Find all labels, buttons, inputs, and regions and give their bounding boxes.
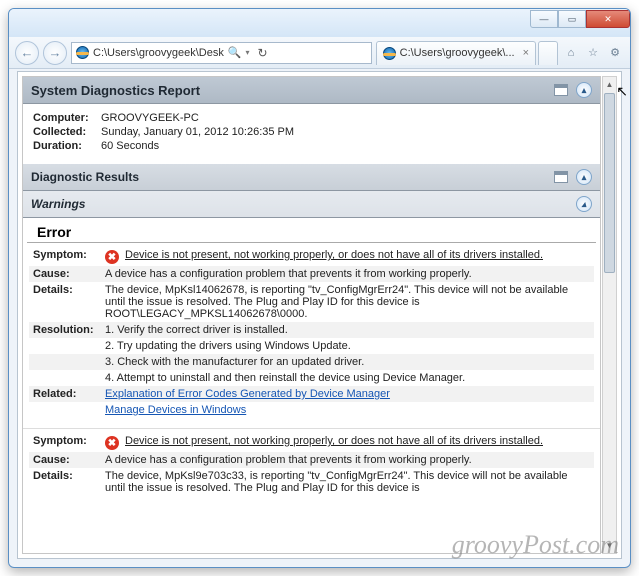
- symptom-text: Device is not present, not working prope…: [125, 435, 543, 447]
- navigation-bar: ← → C:\Users\groovygeek\Desk 🔍 ▾ ↻ C:\Us…: [9, 37, 630, 69]
- related-link-manage-devices[interactable]: Manage Devices in Windows: [105, 404, 246, 416]
- minimize-button[interactable]: —: [530, 10, 558, 28]
- diagnostic-results-header[interactable]: Diagnostic Results ▴: [23, 164, 600, 191]
- symptom-text: Device is not present, not working prope…: [125, 249, 543, 261]
- home-icon[interactable]: ⌂: [562, 44, 580, 62]
- collected-label: Collected:: [33, 126, 101, 138]
- cause-label: Cause:: [33, 454, 105, 466]
- back-button[interactable]: ←: [15, 41, 39, 65]
- forward-button[interactable]: →: [43, 41, 67, 65]
- browser-tab[interactable]: C:\Users\groovygeek\... ×: [376, 41, 536, 65]
- content-area: System Diagnostics Report ▴ Computer:GRO…: [17, 71, 622, 559]
- collected-value: Sunday, January 01, 2012 10:26:35 PM: [101, 126, 294, 138]
- details-label: Details:: [33, 470, 105, 494]
- error-block-1: Symptom: ✖ Device is not present, not wor…: [23, 243, 600, 422]
- collapse-icon[interactable]: ▴: [576, 196, 592, 212]
- search-icon[interactable]: 🔍: [228, 46, 242, 59]
- report-info: Computer:GROOVYGEEK-PC Collected:Sunday,…: [23, 104, 600, 164]
- details-label: Details:: [33, 284, 105, 320]
- symptom-label: Symptom:: [33, 249, 105, 264]
- error-x-icon: ✖: [105, 436, 119, 450]
- collapse-icon[interactable]: ▴: [576, 169, 592, 185]
- details-text: The device, MpKsl9e703c33, is reporting …: [105, 470, 590, 494]
- address-text: C:\Users\groovygeek\Desk: [93, 47, 224, 59]
- related-link-error-codes[interactable]: Explanation of Error Codes Generated by …: [105, 388, 390, 400]
- related-label: Related:: [33, 388, 105, 400]
- tab-strip: C:\Users\groovygeek\... ×: [376, 41, 558, 65]
- warnings-header[interactable]: Warnings ▴: [23, 191, 600, 218]
- mouse-cursor-icon: ↖: [616, 83, 628, 100]
- error-x-icon: ✖: [105, 250, 119, 264]
- details-text: The device, MpKsl14062678, is reporting …: [105, 284, 590, 320]
- resolution-step-1: 1. Verify the correct driver is installe…: [105, 324, 590, 336]
- refresh-button[interactable]: ↻: [254, 46, 272, 60]
- favorites-icon[interactable]: ☆: [584, 44, 602, 62]
- duration-value: 60 Seconds: [101, 140, 159, 152]
- report-scroll: System Diagnostics Report ▴ Computer:GRO…: [22, 76, 601, 554]
- window-controls: — ▭ ✕: [530, 9, 630, 28]
- address-bar[interactable]: C:\Users\groovygeek\Desk 🔍 ▾ ↻: [71, 42, 372, 64]
- tab-title: C:\Users\groovygeek\...: [400, 47, 515, 59]
- cause-text: A device has a configuration problem tha…: [105, 268, 590, 280]
- dropdown-icon[interactable]: ▾: [246, 48, 250, 57]
- maximize-button[interactable]: ▭: [558, 10, 586, 28]
- calendar-icon[interactable]: [554, 171, 568, 183]
- duration-label: Duration:: [33, 140, 101, 152]
- calendar-icon[interactable]: [554, 84, 568, 96]
- report-title: System Diagnostics Report: [31, 83, 200, 98]
- diagnostic-results-title: Diagnostic Results: [31, 170, 139, 184]
- resolution-step-3: 3. Check with the manufacturer for an up…: [105, 356, 590, 368]
- titlebar: — ▭ ✕: [9, 9, 630, 37]
- tools-gear-icon[interactable]: ⚙: [606, 44, 624, 62]
- tab-close-icon[interactable]: ×: [523, 47, 529, 59]
- collapse-icon[interactable]: ▴: [576, 82, 592, 98]
- cause-label: Cause:: [33, 268, 105, 280]
- resolution-step-2: 2. Try updating the drivers using Window…: [105, 340, 590, 352]
- scroll-down-arrow[interactable]: ▼: [603, 538, 616, 553]
- resolution-label: Resolution:: [33, 324, 105, 336]
- cause-text: A device has a configuration problem tha…: [105, 454, 590, 466]
- ie-window: — ▭ ✕ ← → C:\Users\groovygeek\Desk 🔍 ▾ ↻…: [8, 8, 631, 568]
- new-tab-button[interactable]: [538, 41, 558, 65]
- resolution-step-4: 4. Attempt to uninstall and then reinsta…: [105, 372, 590, 384]
- computer-label: Computer:: [33, 112, 101, 124]
- error-block-2: Symptom: ✖ Device is not present, not wor…: [23, 428, 600, 500]
- warnings-title: Warnings: [31, 197, 85, 211]
- computer-value: GROOVYGEEK-PC: [101, 112, 199, 124]
- ie-page-icon: [76, 46, 89, 59]
- ie-tab-icon: [383, 47, 396, 60]
- report-header[interactable]: System Diagnostics Report ▴: [23, 77, 600, 104]
- vertical-scrollbar[interactable]: ▲ ▼: [602, 76, 617, 554]
- scroll-thumb[interactable]: [604, 93, 615, 273]
- error-heading: Error: [27, 218, 596, 243]
- close-button[interactable]: ✕: [586, 10, 630, 28]
- symptom-label: Symptom:: [33, 435, 105, 450]
- scroll-up-arrow[interactable]: ▲: [603, 77, 616, 92]
